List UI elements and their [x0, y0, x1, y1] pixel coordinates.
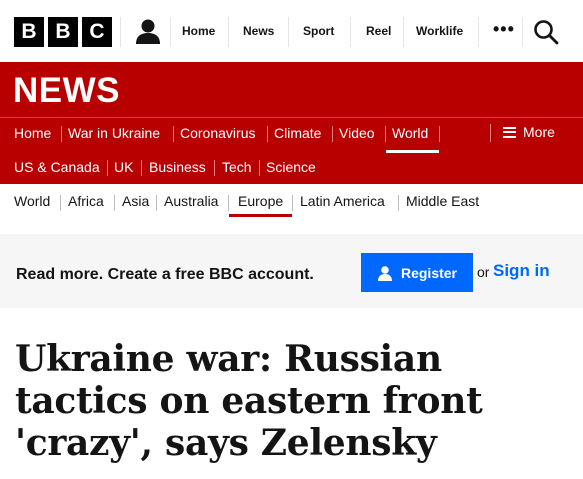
logo-letter: B [48, 17, 78, 47]
register-label: Register [400, 264, 458, 281]
divider [214, 160, 215, 176]
sign-in-link[interactable]: Sign in [493, 261, 550, 281]
news-nav-tech[interactable]: Tech [222, 159, 252, 175]
news-section-title[interactable]: NEWS [13, 71, 120, 111]
news-nav-war-in-ukraine[interactable]: War in Ukraine [68, 125, 160, 141]
news-nav-business[interactable]: Business [149, 159, 206, 175]
topnav-news[interactable]: News [243, 24, 274, 38]
topnav-home[interactable]: Home [182, 24, 215, 38]
subnav-africa[interactable]: Africa [68, 193, 104, 209]
divider [259, 160, 260, 176]
divider [141, 160, 142, 176]
divider [439, 126, 440, 142]
news-nav-world[interactable]: World [392, 125, 428, 141]
news-nav-uk[interactable]: UK [114, 159, 133, 175]
subnav-latin-america[interactable]: Latin America [300, 193, 385, 209]
divider [522, 17, 523, 47]
news-nav-video[interactable]: Video [339, 125, 375, 141]
divider [267, 126, 268, 142]
divider [350, 17, 351, 47]
topnav-sport[interactable]: Sport [303, 24, 334, 38]
article-headline: Ukraine war: Russian tactics on eastern … [15, 338, 483, 464]
divider [156, 195, 157, 211]
subnav-asia[interactable]: Asia [122, 193, 149, 209]
account-icon[interactable] [134, 17, 162, 45]
divider [478, 17, 479, 47]
divider [228, 195, 229, 211]
subnav-middle-east[interactable]: Middle East [406, 193, 479, 209]
active-subnav-indicator [229, 214, 292, 217]
search-icon[interactable] [533, 19, 559, 45]
divider [228, 17, 229, 47]
global-header: B B C Home News Sport Reel Worklife ••• [0, 0, 583, 62]
divider [385, 126, 386, 142]
hamburger-icon [503, 126, 516, 138]
more-menu-button[interactable]: ••• [493, 19, 515, 40]
divider [0, 117, 583, 118]
news-nav-coronavirus[interactable]: Coronavirus [180, 125, 255, 141]
news-nav-home[interactable]: Home [14, 125, 51, 141]
divider [170, 17, 171, 47]
news-more-button[interactable]: More [503, 124, 555, 140]
active-tab-indicator [386, 150, 439, 153]
divider [403, 17, 404, 47]
divider [398, 195, 399, 211]
register-button[interactable]: Register [361, 253, 473, 292]
news-nav-climate[interactable]: Climate [274, 125, 321, 141]
divider [114, 195, 115, 211]
or-text: or [477, 264, 490, 280]
subnav-europe[interactable]: Europe [238, 193, 283, 209]
divider [332, 126, 333, 142]
logo-letter: B [14, 17, 44, 47]
user-icon [377, 265, 392, 281]
logo-letter: C [82, 17, 112, 47]
divider [61, 126, 62, 142]
subnav-world[interactable]: World [14, 193, 50, 209]
divider [292, 195, 293, 211]
topnav-reel[interactable]: Reel [366, 24, 391, 38]
subnav-australia[interactable]: Australia [164, 193, 218, 209]
divider [173, 126, 174, 142]
topnav-worklife[interactable]: Worklife [416, 24, 463, 38]
divider [490, 124, 491, 142]
world-subnav: World Africa Asia Australia Europe Latin… [0, 184, 583, 224]
news-nav-science[interactable]: Science [266, 159, 316, 175]
divider [288, 17, 289, 47]
divider [120, 17, 121, 47]
bbc-logo[interactable]: B B C [14, 17, 112, 47]
news-nav-us-canada[interactable]: US & Canada [14, 159, 100, 175]
divider [107, 160, 108, 176]
news-more-label: More [523, 124, 555, 140]
account-banner-text: Read more. Create a free BBC account. [16, 266, 314, 283]
divider [60, 195, 61, 211]
